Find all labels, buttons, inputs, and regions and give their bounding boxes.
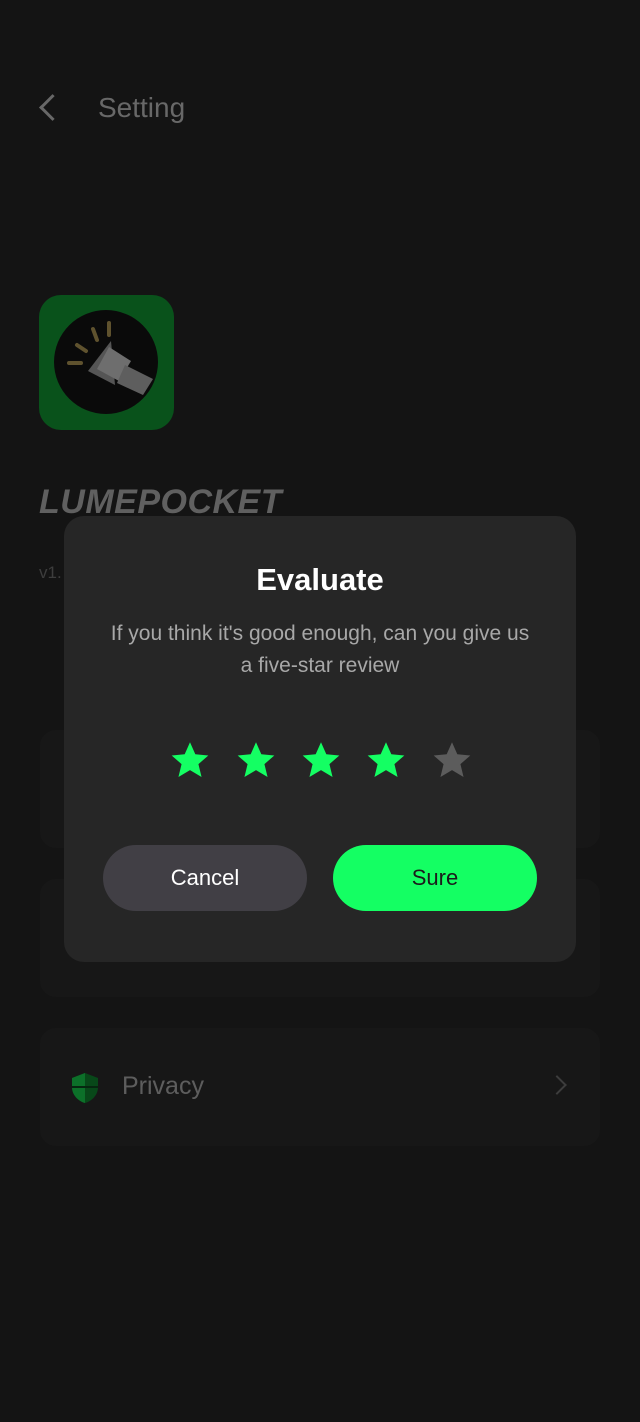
dialog-title: Evaluate	[256, 562, 384, 597]
cancel-button[interactable]: Cancel	[103, 845, 307, 911]
star-1-icon[interactable]	[168, 739, 212, 783]
sure-button[interactable]: Sure	[333, 845, 537, 911]
dialog-message: If you think it's good enough, can you g…	[110, 622, 530, 677]
star-4-icon[interactable]	[364, 739, 408, 783]
star-rating	[168, 739, 480, 783]
star-5-icon[interactable]	[430, 739, 474, 783]
star-3-icon[interactable]	[299, 739, 343, 783]
evaluate-dialog: Evaluate If you think it's good enough, …	[64, 516, 576, 962]
star-2-icon[interactable]	[234, 739, 278, 783]
